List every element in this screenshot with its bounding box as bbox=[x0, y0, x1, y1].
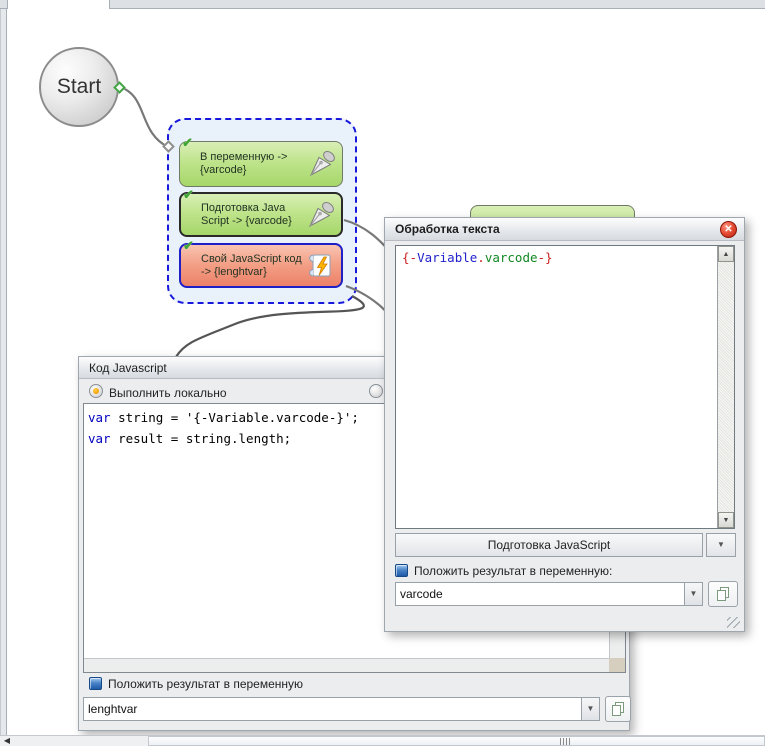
scrollbar-grip bbox=[560, 738, 571, 745]
macro-object: Variable bbox=[417, 250, 477, 265]
success-check-icon: ✔ bbox=[183, 239, 194, 252]
macro-text: {-Variable.varcode-} bbox=[402, 250, 553, 265]
copy-pages-icon bbox=[717, 590, 726, 601]
scroll-up-icon[interactable]: ▲ bbox=[718, 246, 734, 262]
macro-close: -} bbox=[538, 250, 553, 265]
variable-icon bbox=[89, 677, 102, 690]
radio-execute-remote[interactable] bbox=[369, 384, 383, 398]
code-rest: result = string.length; bbox=[111, 431, 292, 446]
top-edge-strip bbox=[0, 0, 765, 9]
js-copy-button[interactable] bbox=[605, 696, 631, 722]
block-label: Свой JavaScript код -> {lenghtvar} bbox=[201, 253, 303, 279]
pen-icon bbox=[305, 199, 337, 231]
resize-grip[interactable] bbox=[727, 617, 740, 628]
macro-open: {- bbox=[402, 250, 417, 265]
block-label: Подготовка Java Script -> {varcode} bbox=[201, 202, 303, 228]
text-result-label: Положить результат в переменную: bbox=[414, 564, 612, 578]
scrollbar-thumb[interactable] bbox=[148, 736, 765, 746]
success-check-icon: ✔ bbox=[183, 188, 194, 201]
close-icon[interactable]: ✕ bbox=[720, 221, 737, 238]
js-dialog-title-label: Код Javascript bbox=[89, 361, 167, 375]
editor-horizontal-scrollbar[interactable] bbox=[84, 658, 609, 672]
code-rest: string = '{-Variable.varcode-}'; bbox=[111, 410, 359, 425]
code-keyword: var bbox=[88, 431, 111, 446]
radio-execute-locally[interactable] bbox=[89, 384, 103, 398]
editor-scrollbar-corner bbox=[609, 658, 625, 672]
canvas-horizontal-scrollbar[interactable]: ◀ bbox=[0, 735, 765, 746]
script-icon bbox=[305, 250, 337, 282]
textarea-scrollbar[interactable]: ▲ ▼ bbox=[717, 246, 734, 528]
block-prepare-javascript[interactable]: ✔ Подготовка Java Script -> {varcode} bbox=[179, 192, 343, 237]
start-node-label: Start bbox=[57, 75, 101, 99]
top-tab[interactable] bbox=[7, 0, 110, 9]
action-dropdown-button[interactable]: ▼ bbox=[706, 533, 736, 557]
block-set-variable[interactable]: ✔ В переменную -> {varcode} bbox=[179, 141, 343, 187]
chevron-down-icon[interactable]: ▼ bbox=[581, 698, 599, 720]
left-edge-strip bbox=[0, 9, 7, 735]
text-processing-dialog: Обработка текста ✕ {-Variable.varcode-} … bbox=[384, 217, 745, 632]
block-label: В переменную -> {varcode} bbox=[200, 151, 304, 177]
text-result-variable-combo[interactable]: ▼ bbox=[395, 582, 703, 606]
block-own-javascript-code[interactable]: ✔ Свой JavaScript код -> {lenghtvar} bbox=[179, 243, 343, 288]
radio-execute-locally-label: Выполнить локально bbox=[109, 386, 227, 400]
prepare-javascript-label: Подготовка JavaScript bbox=[488, 538, 611, 552]
success-check-icon: ✔ bbox=[182, 136, 193, 149]
pen-icon bbox=[306, 148, 338, 180]
copy-pages-icon bbox=[612, 705, 621, 716]
js-result-variable-combo[interactable]: ▼ bbox=[83, 697, 600, 721]
macro-textarea[interactable]: {-Variable.varcode-} ▲ ▼ bbox=[395, 245, 735, 529]
js-result-label: Положить результат в переменную bbox=[108, 677, 303, 691]
start-node[interactable]: Start bbox=[39, 47, 119, 127]
scroll-left-icon[interactable]: ◀ bbox=[1, 736, 13, 746]
chevron-down-icon[interactable]: ▼ bbox=[684, 583, 702, 605]
text-dialog-title[interactable]: Обработка текста bbox=[385, 218, 744, 241]
variable-icon bbox=[395, 564, 408, 577]
js-result-variable-input[interactable] bbox=[88, 698, 579, 720]
code-keyword: var bbox=[88, 410, 111, 425]
scroll-down-icon[interactable]: ▼ bbox=[718, 512, 734, 528]
text-dialog-title-label: Обработка текста bbox=[395, 222, 500, 236]
macro-dot: . bbox=[477, 250, 485, 265]
macro-name: varcode bbox=[485, 250, 538, 265]
text-result-variable-input[interactable] bbox=[400, 583, 682, 605]
text-copy-button[interactable] bbox=[708, 581, 738, 607]
prepare-javascript-button[interactable]: Подготовка JavaScript bbox=[395, 533, 703, 557]
